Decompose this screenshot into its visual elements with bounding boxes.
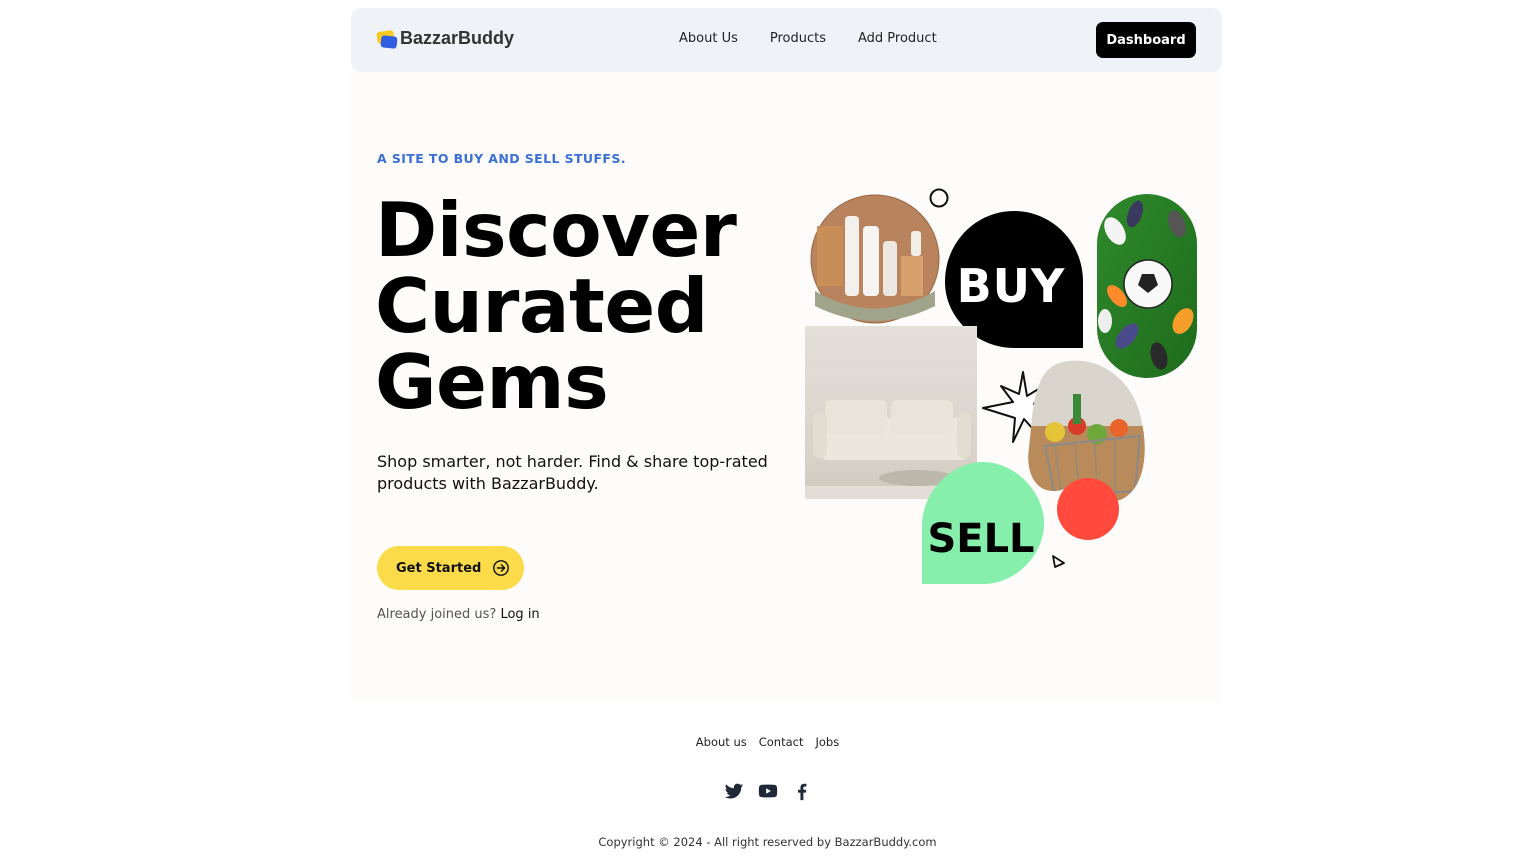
footer-links: About us Contact Jobs <box>0 735 1535 749</box>
headline-line-1: Discover <box>375 186 737 274</box>
facebook-icon[interactable] <box>791 780 813 802</box>
buy-label: BUY <box>957 259 1066 313</box>
cosmetics-image <box>810 194 940 324</box>
triangle-shape <box>1052 555 1065 568</box>
get-started-button[interactable]: Get Started <box>377 546 524 590</box>
login-prompt-text: Already joined us? <box>377 607 497 622</box>
nav-links: About Us Products Add Product <box>679 31 969 46</box>
hero-tagline: A SITE TO BUY AND SELL STUFFS. <box>377 151 626 166</box>
soccer-image <box>1097 194 1197 378</box>
headline-line-2: Curated <box>375 262 708 350</box>
footer-contact[interactable]: Contact <box>759 735 804 749</box>
brand-name: BazzarBuddy <box>400 28 515 48</box>
youtube-icon[interactable] <box>757 780 779 802</box>
hero-section: A SITE TO BUY AND SELL STUFFS. Discover … <box>351 72 1222 702</box>
ring-shape <box>929 188 949 208</box>
headline-line-3: Gems <box>375 338 609 426</box>
dashboard-button[interactable]: Dashboard <box>1096 22 1196 58</box>
logo-icon <box>376 29 398 49</box>
nav-products[interactable]: Products <box>770 31 826 46</box>
hero-collage: BUY SELL <box>805 188 1197 584</box>
footer-jobs[interactable]: Jobs <box>815 735 839 749</box>
footer-about-us[interactable]: About us <box>696 735 747 749</box>
login-link[interactable]: Log in <box>500 607 539 622</box>
twitter-icon[interactable] <box>723 780 745 802</box>
navbar: BazzarBuddy About Us Products Add Produc… <box>351 8 1222 72</box>
copyright-text: Copyright © 2024 - All right reserved by… <box>598 835 937 849</box>
brand-logo[interactable]: BazzarBuddy <box>376 28 515 49</box>
sell-label: SELL <box>927 516 1034 562</box>
social-links <box>0 780 1535 802</box>
login-prompt: Already joined us? Log in <box>377 607 540 622</box>
nav-about-us[interactable]: About Us <box>679 31 738 46</box>
get-started-label: Get Started <box>396 560 482 576</box>
hero-subtext: Shop smarter, not harder. Find & share t… <box>377 452 768 493</box>
nav-add-product[interactable]: Add Product <box>858 31 937 46</box>
arrow-right-circle-icon <box>493 560 509 576</box>
hero-headline: Discover Curated Gems <box>375 186 737 426</box>
red-dot-shape <box>1057 478 1119 540</box>
